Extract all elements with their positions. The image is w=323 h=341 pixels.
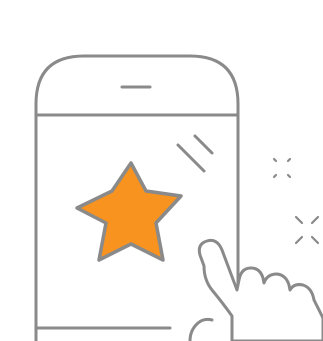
- pointing-hand-icon: [188, 238, 323, 341]
- star-icon: [75, 161, 183, 262]
- illustration-canvas: [0, 0, 323, 341]
- phone-rating-illustration: [34, 54, 323, 341]
- screen-glare-icon: [176, 134, 214, 173]
- sparkle-icon: [272, 157, 320, 245]
